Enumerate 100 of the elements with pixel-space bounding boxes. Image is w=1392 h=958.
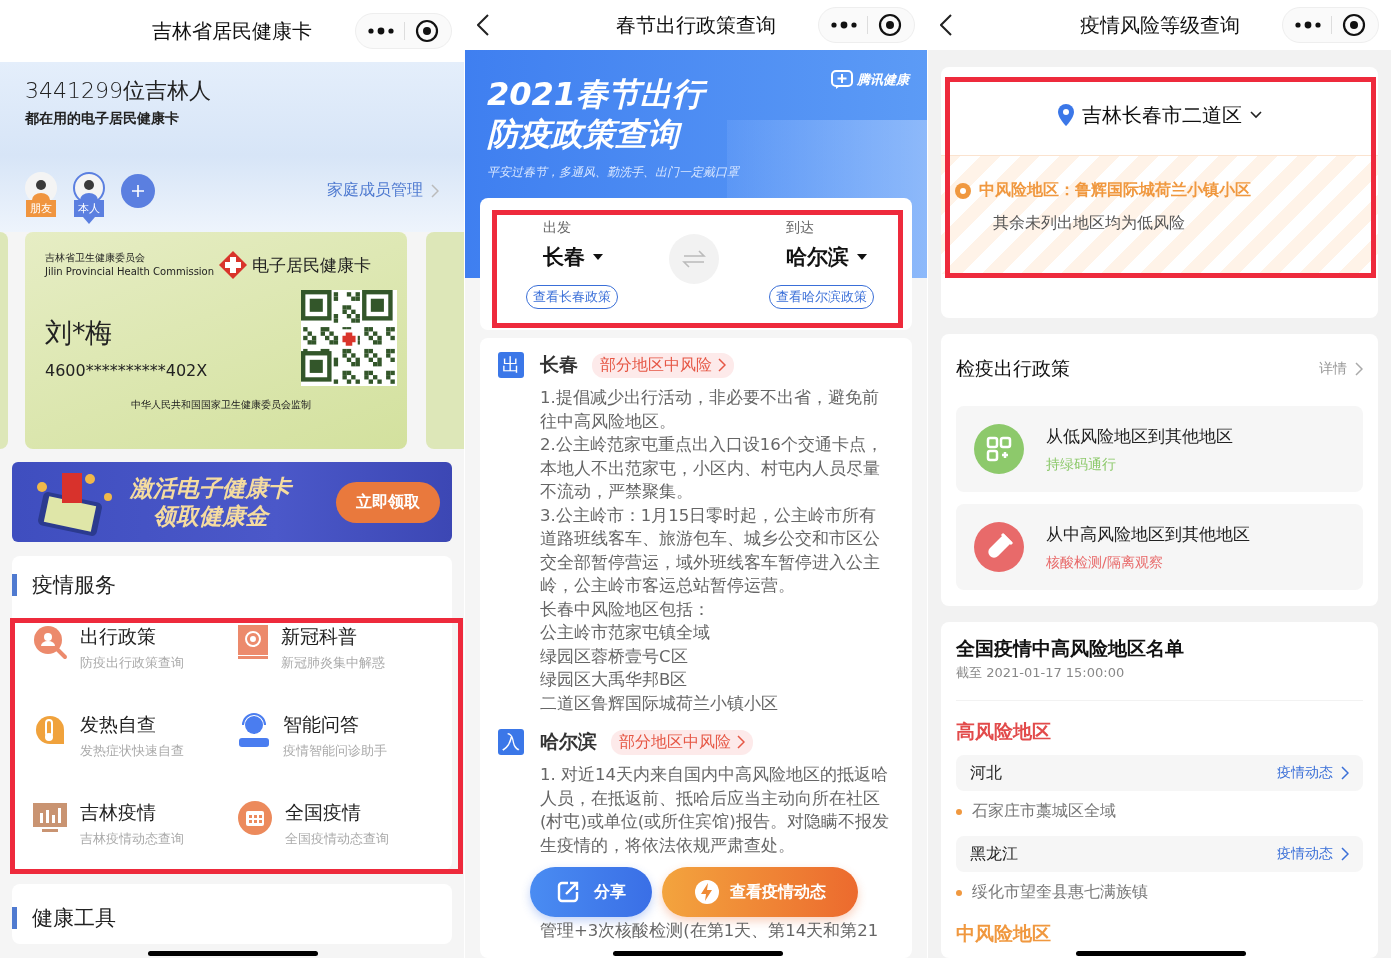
direction-badge: 出 xyxy=(498,352,524,378)
departure-city-dropdown[interactable]: 长春 xyxy=(543,243,603,271)
capsule-menu[interactable] xyxy=(818,7,915,43)
city-name: 哈尔滨 xyxy=(540,729,597,754)
page-title: 疫情风险等级查询 xyxy=(1079,11,1240,39)
bar-chart-icon xyxy=(32,800,68,834)
policy-text: 长春中风险地区包括： xyxy=(540,598,711,621)
policy-text: 1. 对近14天内来自国内中高风险地区的抵返哈人员，在抵返前、抵哈后应当主动向所在社区(村屯)或单位(或所住宾馆)报告。对隐瞒不报发生疫情的，将依法依规严肃查处。 xyxy=(540,764,890,857)
update-time: 截至 2021-01-17 15:00:00 xyxy=(956,664,1363,701)
chevron-right-icon xyxy=(1341,847,1349,861)
close-icon[interactable] xyxy=(1342,13,1366,37)
service-subtitle: 发热症状快速自查 xyxy=(80,742,184,760)
location-pin-icon xyxy=(1057,104,1074,126)
promo-banner[interactable]: 激活电子健康卡 领取健康金 立即领取 xyxy=(12,462,452,542)
test-tube-icon xyxy=(974,522,1024,572)
chevron-right-icon xyxy=(1355,362,1363,376)
policy-text: 管理+3次核酸检测(在第1天、第14天和第21 xyxy=(540,920,880,942)
details-link[interactable]: 详情 xyxy=(1319,360,1363,378)
policy-subtitle: 持绿码通行 xyxy=(1046,455,1117,474)
location-dropdown[interactable]: 吉林长春市二道区 xyxy=(1081,101,1262,129)
more-icon[interactable] xyxy=(831,21,857,29)
service-title[interactable]: 出行政策 xyxy=(80,624,184,650)
chevron-right-icon xyxy=(718,358,726,372)
claim-button[interactable]: 立即领取 xyxy=(336,481,440,523)
arrival-city-dropdown[interactable]: 哈尔滨 xyxy=(786,243,867,271)
service-subtitle: 新冠肺炎集中解惑 xyxy=(281,654,385,672)
issuer-name: 吉林省卫生健康委员会 xyxy=(45,251,146,265)
add-member-button[interactable] xyxy=(121,174,155,208)
swap-arrows-icon xyxy=(681,249,706,269)
service-subtitle: 吉林疫情动态查询 xyxy=(80,830,184,848)
capsule-menu[interactable] xyxy=(1282,7,1379,43)
area-name: 石家庄市藁城区全域 xyxy=(972,801,1116,822)
card-footer: 中华人民共和国国家卫生健康委员会监制 xyxy=(45,398,398,412)
close-icon[interactable] xyxy=(415,19,439,43)
epidemic-updates-link[interactable]: 疫情动态 xyxy=(1277,764,1349,782)
epidemic-updates-button[interactable]: 查看疫情动态 xyxy=(662,867,858,917)
bullet-icon xyxy=(956,889,962,896)
view-policy-button[interactable]: 查看长春政策 xyxy=(526,285,618,309)
section-heading: 疫情服务 xyxy=(32,572,116,599)
calendar-icon xyxy=(237,800,273,836)
caret-down-icon xyxy=(857,254,867,260)
brand-name: 腾讯健康 xyxy=(857,71,909,89)
close-icon[interactable] xyxy=(878,13,902,37)
plus-icon xyxy=(131,184,145,198)
banner-subheadline: 领取健康金 xyxy=(153,502,268,530)
province-name: 河北 xyxy=(970,762,1002,784)
hero-tagline: 平安过春节，多通风、勤洗手、出门一定戴口罩 xyxy=(487,164,741,181)
user-count-headline: 3441299位吉林人 xyxy=(25,77,211,105)
service-title[interactable]: 全国疫情 xyxy=(285,800,389,826)
view-policy-button[interactable]: 查看哈尔滨政策 xyxy=(769,285,874,309)
policy-text: 1.提倡减少出行活动，非必要不出省，避免前往中高风险地区。 xyxy=(540,387,880,433)
epidemic-updates-link[interactable]: 疫情动态 xyxy=(1277,845,1349,863)
risk-group-heading: 高风险地区 xyxy=(956,719,1051,744)
province-name: 黑龙江 xyxy=(970,843,1018,865)
more-icon[interactable] xyxy=(368,27,394,35)
share-icon xyxy=(556,880,580,904)
area-name: 绥化市望奎县惠七满族镇 xyxy=(972,882,1148,903)
risk-tag[interactable]: 部分地区中风险 xyxy=(592,352,734,378)
qr-code[interactable] xyxy=(301,290,398,386)
service-title[interactable]: 发热自查 xyxy=(80,712,184,738)
medium-risk-areas: 中风险地区：鲁辉国际城荷兰小镇小区 xyxy=(979,180,1251,201)
policy-text: 绿园区蓉桥壹号C区 xyxy=(540,645,689,668)
service-title[interactable]: 新冠科普 xyxy=(281,624,385,650)
selected-pointer-icon xyxy=(83,217,95,224)
more-icon[interactable] xyxy=(1295,21,1321,29)
id-number: 4600**********402X xyxy=(45,361,208,380)
back-icon[interactable] xyxy=(477,14,489,36)
service-subtitle: 疫情智能问诊助手 xyxy=(283,742,387,760)
service-title[interactable]: 智能问答 xyxy=(283,712,387,738)
direction-badge: 入 xyxy=(498,729,524,755)
policy-item[interactable]: 从低风险地区到其他地区 持绿码通行 xyxy=(956,406,1363,492)
back-icon[interactable] xyxy=(940,14,952,36)
risk-group-heading: 中风险地区 xyxy=(956,921,1051,946)
policy-title: 从中高风险地区到其他地区 xyxy=(1046,522,1250,546)
plus-chat-icon xyxy=(831,70,853,90)
lightning-icon xyxy=(694,879,720,905)
section-marker xyxy=(12,907,17,929)
page-title: 春节出行政策查询 xyxy=(616,11,776,39)
low-risk-note: 其余未列出地区均为低风险 xyxy=(993,213,1186,234)
cross-logo-icon xyxy=(218,250,249,280)
holder-name: 刘*梅 xyxy=(45,316,114,350)
policy-text: 2.公主岭范家屯重点出入口设16个交通卡点，本地人不出范家屯，小区内、村屯内人员尽量不流动，严禁聚集。 xyxy=(540,434,884,503)
magnifier-person-icon xyxy=(32,624,68,660)
section-heading: 健康工具 xyxy=(32,905,116,932)
family-management-link[interactable]: 家庭成员管理 xyxy=(327,180,439,201)
service-subtitle: 全国疫情动态查询 xyxy=(285,830,389,848)
policy-subtitle: 核酸检测/隔离观察 xyxy=(1046,553,1164,572)
alert-dot-icon xyxy=(955,182,971,199)
headset-person-icon xyxy=(237,712,271,748)
share-button[interactable]: 分享 xyxy=(530,867,652,917)
policy-text: 二道区鲁辉国际城荷兰小镇小区 xyxy=(540,692,779,715)
risk-tag[interactable]: 部分地区中风险 xyxy=(611,729,753,755)
capsule-menu[interactable] xyxy=(355,13,452,49)
issuer-english-name: Jilin Provincial Health Commission xyxy=(45,265,215,279)
policy-item[interactable]: 从中高风险地区到其他地区 核酸检测/隔离观察 xyxy=(956,504,1363,590)
section-marker xyxy=(12,574,17,596)
arrival-label: 到达 xyxy=(786,219,814,237)
service-title[interactable]: 吉林疫情 xyxy=(80,800,184,826)
book-virus-icon xyxy=(237,624,269,660)
header-subline: 都在用的电子居民健康卡 xyxy=(25,110,179,128)
